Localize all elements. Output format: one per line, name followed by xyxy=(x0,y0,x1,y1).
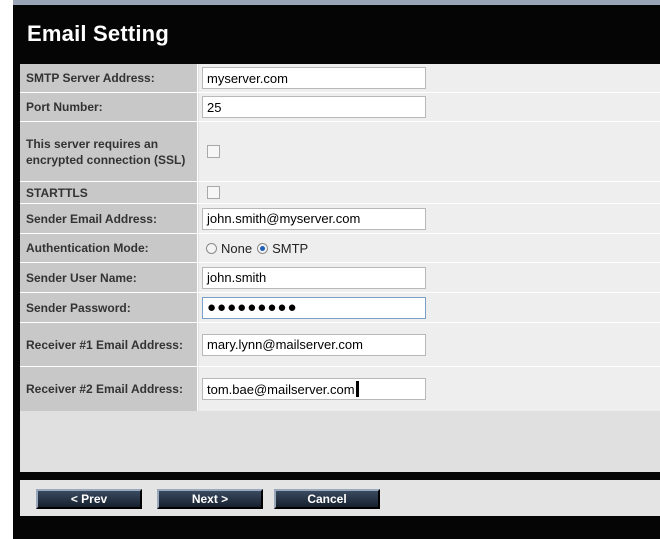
sender-email-label: Sender Email Address: xyxy=(20,204,198,233)
auth-mode-label: Authentication Mode: xyxy=(20,234,198,262)
sender-user-input[interactable]: john.smith xyxy=(202,266,426,289)
starttls-checkbox[interactable] xyxy=(207,186,220,199)
auth-none-label: None xyxy=(221,240,253,256)
sender-password-input[interactable]: ●●●●●●●●● xyxy=(202,296,426,319)
row-ssl: This server requires an encrypted connec… xyxy=(20,122,660,182)
receiver2-label: Receiver #2 Email Address: xyxy=(20,367,198,411)
row-receiver1: Receiver #1 Email Address: mary.lynn@mai… xyxy=(20,323,660,367)
button-bar: < Prev Next > Cancel xyxy=(20,480,660,516)
smtp-server-input[interactable]: myserver.com xyxy=(202,67,426,89)
cancel-button[interactable]: Cancel xyxy=(274,489,380,509)
ssl-checkbox[interactable] xyxy=(207,145,220,158)
sender-user-label: Sender User Name: xyxy=(20,263,198,292)
text-caret xyxy=(355,381,359,397)
port-input[interactable]: 25 xyxy=(202,96,426,118)
receiver1-label: Receiver #1 Email Address: xyxy=(20,323,198,366)
sender-email-input[interactable]: john.smith@myserver.com xyxy=(202,207,426,230)
row-sender-user: Sender User Name: john.smith xyxy=(20,263,660,293)
row-sender-email: Sender Email Address: john.smith@myserve… xyxy=(20,204,660,234)
receiver2-value: tom.bae@mailserver.com xyxy=(207,381,355,397)
row-smtp-server: SMTP Server Address: myserver.com xyxy=(20,64,660,93)
starttls-label: STARTTLS xyxy=(20,182,198,203)
receiver2-input[interactable]: tom.bae@mailserver.com xyxy=(202,378,426,400)
row-auth-mode: Authentication Mode: None SMTP xyxy=(20,234,660,263)
receiver1-input[interactable]: mary.lynn@mailserver.com xyxy=(202,333,426,356)
auth-mode-radio-group: None SMTP xyxy=(206,241,313,256)
ssl-label: This server requires an encrypted connec… xyxy=(20,122,198,181)
row-sender-password: Sender Password: ●●●●●●●●● xyxy=(20,293,660,323)
next-button[interactable]: Next > xyxy=(157,489,263,509)
page-title: Email Setting xyxy=(27,21,169,46)
port-label: Port Number: xyxy=(20,93,198,121)
email-setting-window: Email Setting SMTP Server Address: myser… xyxy=(13,0,660,539)
prev-button[interactable]: < Prev xyxy=(36,489,142,509)
settings-form: SMTP Server Address: myserver.com Port N… xyxy=(20,64,660,472)
auth-smtp-label: SMTP xyxy=(272,240,309,256)
smtp-server-label: SMTP Server Address: xyxy=(20,64,198,92)
auth-none-radio[interactable] xyxy=(206,242,217,254)
row-port: Port Number: 25 xyxy=(20,93,660,122)
row-starttls: STARTTLS xyxy=(20,182,660,204)
auth-smtp-radio[interactable] xyxy=(257,242,269,254)
sender-password-label: Sender Password: xyxy=(20,293,198,322)
row-receiver2: Receiver #2 Email Address: tom.bae@mails… xyxy=(20,367,660,472)
